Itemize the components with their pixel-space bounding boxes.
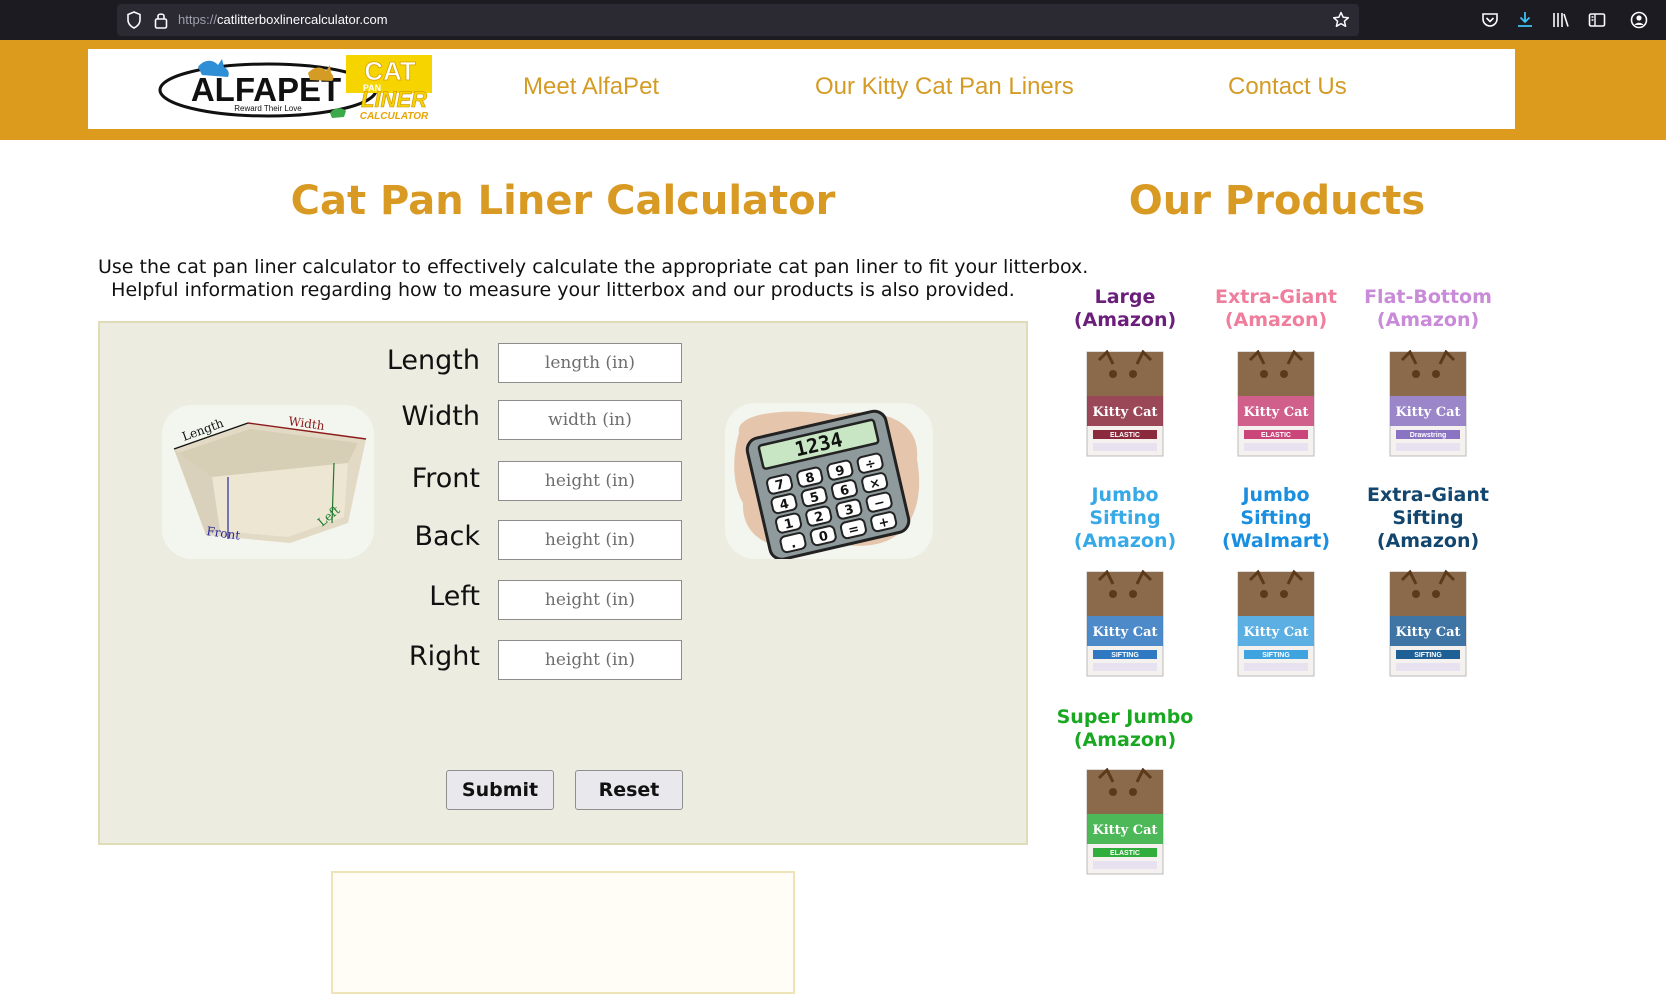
svg-text:Kitty Cat: Kitty Cat xyxy=(1092,405,1157,420)
product-label-line: Large xyxy=(1094,286,1156,308)
product-badge: SIFTING xyxy=(1414,652,1442,659)
product-label-line: (Amazon) xyxy=(1073,309,1177,331)
product-link[interactable]: Extra-Giant (Amazon) xyxy=(1201,286,1351,332)
browser-toolbar: https://catlitterboxlinercalculator.com xyxy=(0,0,1666,40)
product-badge: ELASTIC xyxy=(1261,432,1291,439)
product-label-line: Jumbo xyxy=(1242,484,1310,506)
front-label: Front xyxy=(411,463,480,494)
calculator-panel: Length Width Front Left 1234 7 8 9 ÷ 4 5 6 × 1 2 3… xyxy=(98,321,1028,845)
length-input[interactable] xyxy=(498,343,682,383)
front-height-input[interactable] xyxy=(498,461,682,501)
url-bar[interactable]: https://catlitterboxlinercalculator.com xyxy=(117,4,1359,36)
calculator-icon: 1234 7 8 9 ÷4 5 6 ×1 2 3 −. 0 = + xyxy=(734,409,920,559)
site-header: ALFAPET Reward Their Love CAT PAN LINER … xyxy=(0,40,1666,140)
nav-meet-alfapet[interactable]: Meet AlfaPet xyxy=(523,73,659,101)
download-icon[interactable] xyxy=(1515,10,1535,30)
svg-text:Kitty Cat: Kitty Cat xyxy=(1092,823,1157,838)
url-protocol: https:// xyxy=(178,12,218,27)
calculator-illustration: 1234 7 8 9 ÷ 4 5 6 × 1 2 3−. 0 = + xyxy=(725,403,933,559)
logo-tagline: Reward Their Love xyxy=(234,104,302,113)
svg-text:Kitty Cat: Kitty Cat xyxy=(1395,405,1460,420)
intro-text: Use the cat pan liner calculator to effe… xyxy=(98,256,1089,302)
product-badge: Drawstring xyxy=(1410,432,1447,439)
svg-text:Kitty Cat: Kitty Cat xyxy=(1243,405,1308,420)
product-badge: SIFTING xyxy=(1111,652,1139,659)
logo-badge-calculator: CALCULATOR xyxy=(360,111,429,122)
shield-icon[interactable] xyxy=(126,11,142,29)
svg-text:Kitty Cat: Kitty Cat xyxy=(1092,625,1157,640)
product-label-line: Sifting xyxy=(1089,507,1161,529)
back-label: Back xyxy=(414,521,480,552)
product-label-line: (Amazon) xyxy=(1073,530,1177,552)
width-input[interactable] xyxy=(498,400,682,440)
intro-line-2: Helpful information regarding how to mea… xyxy=(111,279,1015,301)
sidebar-icon[interactable] xyxy=(1587,10,1607,30)
product-label-line: Sifting xyxy=(1392,507,1464,529)
logo-badge-cat: CAT xyxy=(364,56,416,86)
back-height-input[interactable] xyxy=(498,520,682,560)
product-image[interactable]: Kitty Cat Drawstring xyxy=(1388,350,1468,458)
product-badge: SIFTING xyxy=(1262,652,1290,659)
product-link[interactable]: Jumbo Sifting (Walmart) xyxy=(1201,484,1351,553)
nav-pan-liners[interactable]: Our Kitty Cat Pan Liners xyxy=(815,73,1074,101)
product-link[interactable]: Extra-Giant Sifting (Amazon) xyxy=(1353,484,1503,553)
product-label-line: (Walmart) xyxy=(1221,530,1331,552)
product-image[interactable]: Kitty Cat ELASTIC xyxy=(1085,768,1165,876)
alfapet-logo[interactable]: ALFAPET Reward Their Love CAT PAN LINER … xyxy=(158,53,448,125)
svg-text:Kitty Cat: Kitty Cat xyxy=(1395,625,1460,640)
right-height-input[interactable] xyxy=(498,640,682,680)
product-label-line: Sifting xyxy=(1240,507,1312,529)
url-text[interactable]: https://catlitterboxlinercalculator.com xyxy=(178,4,388,36)
bookmark-star-icon[interactable] xyxy=(1332,11,1350,29)
reset-button[interactable]: Reset xyxy=(575,770,683,810)
product-label-line: Jumbo xyxy=(1091,484,1159,506)
product-link[interactable]: Jumbo Sifting (Amazon) xyxy=(1050,484,1200,553)
product-image[interactable]: Kitty Cat SIFTING xyxy=(1085,570,1165,678)
litterbox-diagram: Length Width Front Left xyxy=(162,405,374,559)
width-label: Width xyxy=(401,401,480,432)
product-label-line: Super Jumbo xyxy=(1056,706,1194,728)
product-label-line: (Amazon) xyxy=(1073,729,1177,751)
header-inner: ALFAPET Reward Their Love CAT PAN LINER … xyxy=(88,49,1515,129)
product-image[interactable]: Kitty Cat SIFTING xyxy=(1236,570,1316,678)
svg-text:Kitty Cat: Kitty Cat xyxy=(1243,625,1308,640)
right-label: Right xyxy=(408,641,480,672)
submit-button[interactable]: Submit xyxy=(446,770,554,810)
nav-contact-us[interactable]: Contact Us xyxy=(1228,73,1347,101)
litterbox-diagram-image: Length Width Front Left xyxy=(173,414,367,543)
product-label-line: Flat-Bottom xyxy=(1364,286,1492,308)
product-label-line: (Amazon) xyxy=(1224,309,1328,331)
product-badge: ELASTIC xyxy=(1110,432,1140,439)
product-link[interactable]: Super Jumbo (Amazon) xyxy=(1050,706,1200,752)
product-badge: ELASTIC xyxy=(1110,850,1140,857)
product-link[interactable]: Large (Amazon) xyxy=(1050,286,1200,332)
left-height-input[interactable] xyxy=(498,580,682,620)
products-title: Our Products xyxy=(1128,178,1426,224)
account-icon[interactable] xyxy=(1629,10,1649,30)
product-label-line: Extra-Giant xyxy=(1367,484,1489,506)
product-link[interactable]: Flat-Bottom (Amazon) xyxy=(1353,286,1503,332)
product-label-line: (Amazon) xyxy=(1376,530,1480,552)
intro-line-1: Use the cat pan liner calculator to effe… xyxy=(98,256,1089,278)
product-image[interactable]: Kitty Cat ELASTIC xyxy=(1236,350,1316,458)
lock-icon[interactable] xyxy=(154,11,168,29)
product-label-line: (Amazon) xyxy=(1376,309,1480,331)
library-icon[interactable] xyxy=(1551,10,1571,30)
results-box xyxy=(331,871,795,994)
product-label-line: Extra-Giant xyxy=(1215,286,1337,308)
url-host: catlitterboxlinercalculator.com xyxy=(217,12,388,27)
logo-badge-liner: LINER xyxy=(361,87,427,112)
length-label: Length xyxy=(386,345,480,376)
left-label: Left xyxy=(429,581,480,612)
product-image[interactable]: Kitty Cat ELASTIC xyxy=(1085,350,1165,458)
page-title: Cat Pan Liner Calculator xyxy=(290,178,836,224)
product-image[interactable]: Kitty Cat SIFTING xyxy=(1388,570,1468,678)
pocket-icon[interactable] xyxy=(1480,10,1500,30)
